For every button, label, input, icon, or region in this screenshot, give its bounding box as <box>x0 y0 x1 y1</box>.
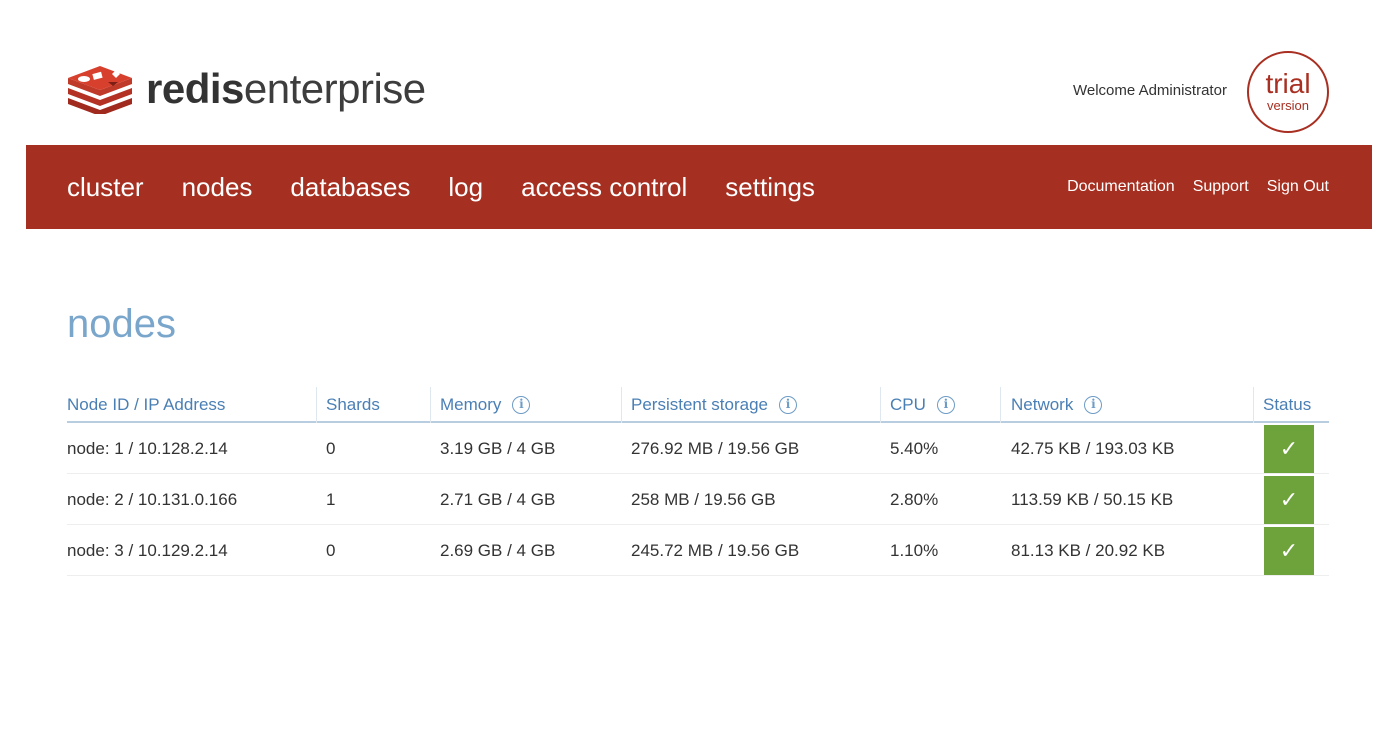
column-label: Shards <box>326 395 380 414</box>
storage-cell: 258 MB / 19.56 GB <box>631 490 776 509</box>
nav-item-cluster[interactable]: cluster <box>67 172 144 203</box>
status-ok-icon: ✓ <box>1264 527 1314 575</box>
cpu-cell: 2.80% <box>890 490 939 509</box>
memory-cell: 3.19 GB / 4 GB <box>440 439 556 458</box>
brand-bold: redis <box>146 65 244 112</box>
header: redisenterprise Welcome Administrator tr… <box>0 0 1396 145</box>
nav-main: cluster nodes databases log access contr… <box>67 145 853 229</box>
column-divider <box>430 387 431 423</box>
column-header-cpu[interactable]: CPU i <box>890 387 955 423</box>
column-divider <box>880 387 881 423</box>
trial-label: trial <box>1265 68 1311 99</box>
documentation-link[interactable]: Documentation <box>1067 178 1175 196</box>
node-id-cell[interactable]: node: 2 / 10.131.0.166 <box>67 474 237 525</box>
support-link[interactable]: Support <box>1193 178 1249 196</box>
memory-cell: 2.69 GB / 4 GB <box>440 541 556 560</box>
main-navbar: cluster nodes databases log access contr… <box>26 145 1372 229</box>
column-header-status[interactable]: Status <box>1263 387 1311 423</box>
node-id-cell[interactable]: node: 3 / 10.129.2.14 <box>67 525 228 576</box>
redis-logo-icon <box>68 66 132 114</box>
shards-cell: 0 <box>326 439 336 458</box>
table-row[interactable]: node: 3 / 10.129.2.14 0 2.69 GB / 4 GB 2… <box>67 525 1329 576</box>
network-cell: 81.13 KB / 20.92 KB <box>1011 541 1166 560</box>
sign-out-link[interactable]: Sign Out <box>1267 178 1329 196</box>
nav-item-log[interactable]: log <box>448 172 483 203</box>
column-label: Status <box>1263 395 1312 414</box>
column-label: Network <box>1011 395 1074 414</box>
memory-cell: 2.71 GB / 4 GB <box>440 490 556 509</box>
table-row[interactable]: node: 2 / 10.131.0.166 1 2.71 GB / 4 GB … <box>67 474 1329 525</box>
column-divider <box>316 387 317 423</box>
info-icon[interactable]: i <box>779 396 798 414</box>
nav-links: Documentation Support Sign Out <box>1049 145 1329 229</box>
cpu-cell: 1.10% <box>890 541 939 560</box>
storage-cell: 245.72 MB / 19.56 GB <box>631 541 800 560</box>
column-header-shards[interactable]: Shards <box>326 387 380 423</box>
column-label: Node ID / IP Address <box>67 395 226 414</box>
table-row[interactable]: node: 1 / 10.128.2.14 0 3.19 GB / 4 GB 2… <box>67 423 1329 474</box>
redis-enterprise-logo[interactable]: redisenterprise <box>66 64 426 114</box>
nav-item-nodes[interactable]: nodes <box>182 172 253 203</box>
nav-item-access-control[interactable]: access control <box>521 172 687 203</box>
column-divider <box>1253 387 1254 423</box>
table-header: Node ID / IP Address Shards Memory i Pers… <box>67 387 1329 423</box>
column-label: Memory <box>440 395 502 414</box>
nav-item-databases[interactable]: databases <box>290 172 410 203</box>
column-header-network[interactable]: Network i <box>1011 387 1103 423</box>
column-label: CPU <box>890 395 926 414</box>
cpu-cell: 5.40% <box>890 439 939 458</box>
column-label: Persistent storage <box>631 395 769 414</box>
column-header-storage[interactable]: Persistent storage i <box>631 387 798 423</box>
page-title: nodes <box>67 302 176 346</box>
network-cell: 42.75 KB / 193.03 KB <box>1011 439 1175 458</box>
status-ok-icon: ✓ <box>1264 476 1314 524</box>
brand-name: redisenterprise <box>146 64 426 114</box>
welcome-text: Welcome Administrator <box>1073 82 1227 99</box>
info-icon[interactable]: i <box>1084 396 1103 414</box>
column-divider <box>1000 387 1001 423</box>
node-id-cell[interactable]: node: 1 / 10.128.2.14 <box>67 423 228 474</box>
info-icon[interactable]: i <box>512 396 531 414</box>
storage-cell: 276.92 MB / 19.56 GB <box>631 439 800 458</box>
shards-cell: 1 <box>326 490 336 509</box>
column-header-node[interactable]: Node ID / IP Address <box>67 387 225 423</box>
nodes-table: Node ID / IP Address Shards Memory i Pers… <box>67 387 1329 576</box>
trial-version-badge: trial version <box>1247 51 1329 133</box>
brand-light: enterprise <box>243 65 426 112</box>
shards-cell: 0 <box>326 541 336 560</box>
network-cell: 113.59 KB / 50.15 KB <box>1011 490 1174 509</box>
nav-item-settings[interactable]: settings <box>725 172 815 203</box>
version-label: version <box>1267 98 1309 113</box>
info-icon[interactable]: i <box>936 396 955 414</box>
status-ok-icon: ✓ <box>1264 425 1314 473</box>
column-divider <box>621 387 622 423</box>
column-header-memory[interactable]: Memory i <box>440 387 531 423</box>
